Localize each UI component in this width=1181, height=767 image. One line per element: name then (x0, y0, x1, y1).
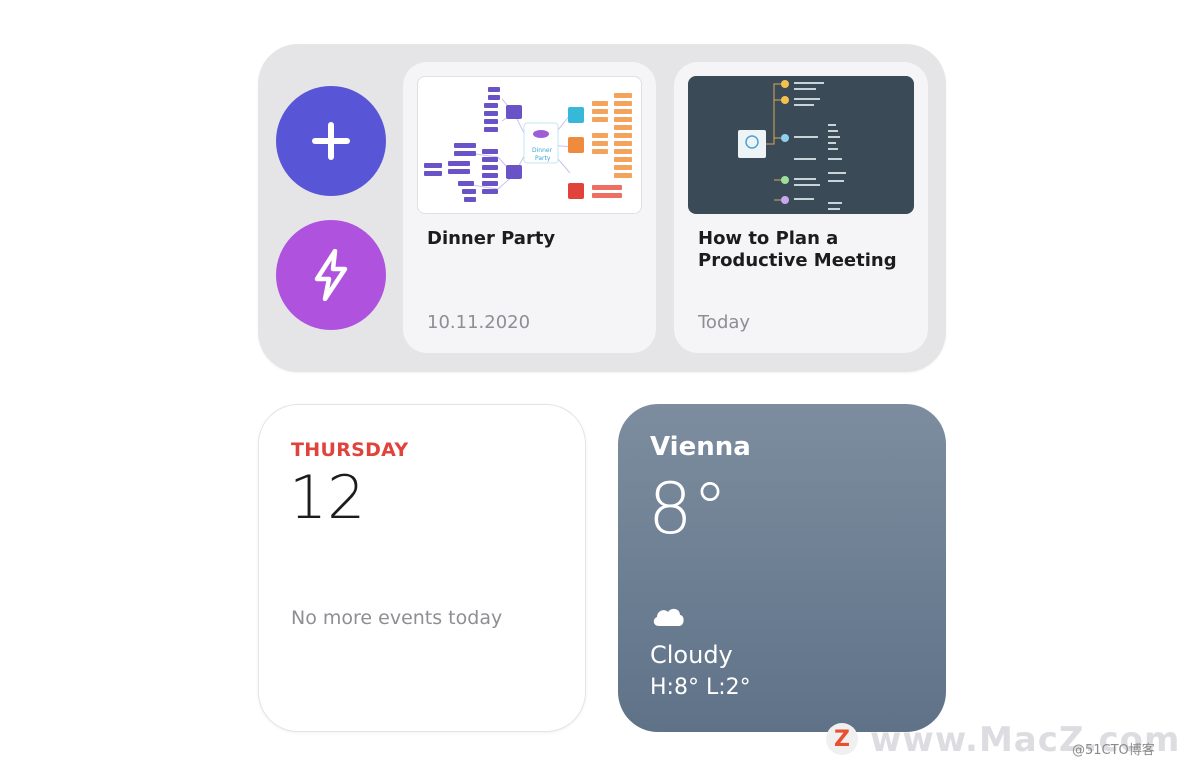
quick-entry-button[interactable] (276, 220, 386, 330)
new-map-button[interactable] (276, 86, 386, 196)
watermark-blog: @51CTO博客 (1072, 743, 1155, 758)
map-title: How to Plan a Productive Meeting (698, 228, 897, 271)
calendar-day-number: 12 (289, 463, 366, 533)
svg-text:Party: Party (535, 155, 551, 162)
plus-icon (312, 122, 350, 160)
recent-map-card-dinner-party[interactable]: Dinner Party Dinner Party 10.11.2020 (403, 62, 656, 353)
weather-temperature: 8° (648, 468, 728, 550)
watermark-logo: Z (826, 723, 858, 755)
calendar-weekday: THURSDAY (291, 439, 409, 461)
weather-high-low: H:8° L:2° (650, 675, 751, 700)
mindmap-thumbnail: Dinner Party (417, 76, 642, 214)
weather-city: Vienna (650, 432, 751, 462)
cloud-icon (653, 608, 684, 626)
svg-text:Dinner: Dinner (532, 147, 553, 154)
weather-widget[interactable]: Vienna 8° Cloudy H:8° L:2° (618, 404, 946, 732)
map-date: 10.11.2020 (427, 312, 531, 333)
map-title: Dinner Party (427, 228, 556, 249)
recent-map-card-productive-meeting[interactable]: How to Plan a Productive Meeting Today (674, 62, 928, 353)
calendar-events-text: No more events today (291, 607, 503, 629)
map-date: Today (698, 312, 751, 333)
weather-condition: Cloudy (650, 641, 733, 669)
mindmap-thumbnail (688, 76, 914, 214)
calendar-widget[interactable]: THURSDAY 12 No more events today (258, 404, 586, 732)
lightning-icon (314, 249, 348, 301)
